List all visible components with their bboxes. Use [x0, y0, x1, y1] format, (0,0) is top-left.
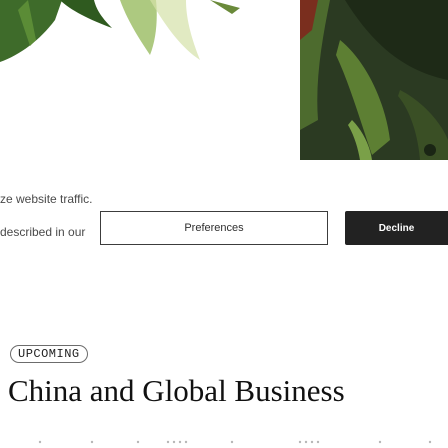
decorative-dots: [38, 440, 432, 444]
article-headline[interactable]: China and Global Business: [8, 372, 345, 410]
preferences-button[interactable]: Preferences: [100, 211, 328, 245]
hero-image: [0, 0, 448, 190]
upcoming-tag: UPCOMING: [10, 345, 88, 363]
decline-button[interactable]: Decline: [345, 211, 448, 245]
upcoming-tag-label: UPCOMING: [18, 347, 80, 361]
cookie-banner-text-line2: described in our: [0, 225, 86, 239]
cookie-banner-text-line1: ze website traffic.: [0, 192, 93, 206]
